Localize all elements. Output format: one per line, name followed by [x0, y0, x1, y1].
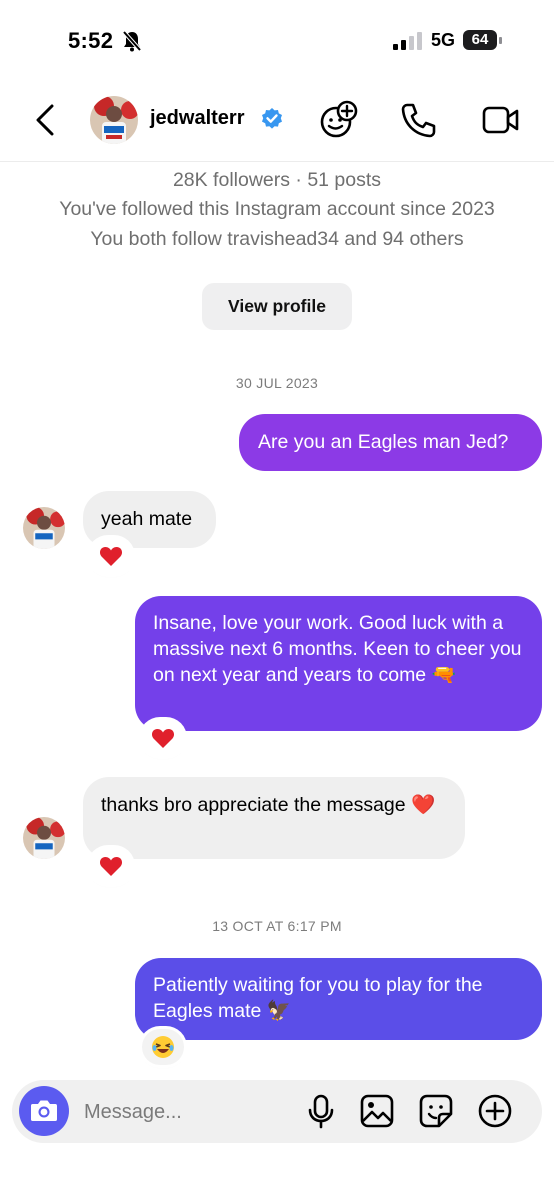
followers-count: 28K followers · 51 posts [172, 169, 382, 191]
avatar[interactable] [23, 507, 65, 549]
message-text: Insane, love your work. Good luck with a… [153, 612, 522, 686]
laughing-face-icon [152, 1036, 174, 1058]
outgoing-message[interactable]: Are you an Eagles man Jed? [239, 414, 542, 471]
view-profile-button[interactable]: View profile [202, 283, 352, 330]
add-plus-icon[interactable] [476, 1092, 514, 1130]
add-sticker-icon[interactable] [318, 100, 358, 140]
camera-icon [31, 1100, 57, 1121]
followed-since: You've followed this Instagram account s… [59, 198, 495, 220]
outgoing-message[interactable]: Insane, love your work. Good luck with a… [135, 596, 542, 731]
back-chevron-icon[interactable] [32, 100, 60, 140]
camera-button[interactable] [19, 1086, 69, 1136]
mutual-followers: You both follow travishead34 and 94 othe… [90, 228, 464, 250]
battery-icon: 64 [463, 30, 503, 52]
silent-bell-icon [122, 30, 142, 52]
reaction-heart[interactable] [90, 538, 132, 574]
heart-icon [99, 547, 123, 566]
status-time: 5:52 [68, 28, 114, 53]
reaction-laugh[interactable] [142, 1029, 184, 1065]
reaction-heart[interactable] [142, 720, 184, 756]
message-text: yeah mate [101, 508, 193, 530]
sticker-icon[interactable] [417, 1092, 455, 1130]
avatar[interactable] [90, 96, 138, 144]
avatar[interactable] [23, 817, 65, 859]
chat-username[interactable]: jedwalterr [150, 107, 244, 130]
gallery-icon[interactable] [358, 1092, 396, 1130]
heart-icon [151, 729, 175, 748]
cellular-signal-icon [393, 32, 422, 50]
network-type: 5G [431, 30, 456, 50]
message-text: Patiently waiting for you to play for th… [153, 974, 483, 1022]
phone-call-icon[interactable] [398, 100, 438, 140]
incoming-message[interactable]: thanks bro appreciate the message ❤️ [83, 777, 465, 859]
battery-level: 64 [471, 31, 489, 48]
date-separator: 30 JUL 2023 [235, 375, 319, 391]
microphone-icon[interactable] [302, 1092, 340, 1130]
message-text: Are you an Eagles man Jed? [258, 431, 509, 453]
date-separator: 13 OCT AT 6:17 PM [212, 918, 342, 934]
message-input[interactable] [82, 1093, 286, 1131]
heart-icon [99, 857, 123, 876]
message-text: thanks bro appreciate the message ❤️ [101, 794, 436, 816]
verified-badge-icon [262, 108, 282, 129]
header-divider [0, 161, 554, 162]
outgoing-message[interactable]: Patiently waiting for you to play for th… [135, 958, 542, 1040]
reaction-heart[interactable] [90, 848, 132, 884]
video-call-icon[interactable] [480, 100, 520, 140]
